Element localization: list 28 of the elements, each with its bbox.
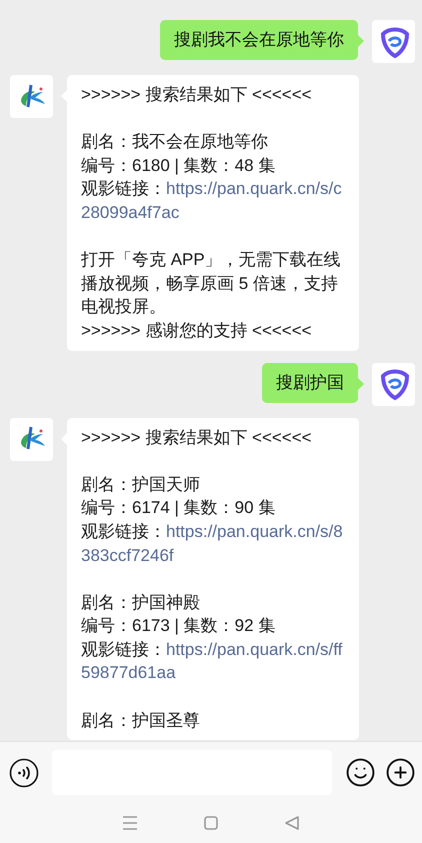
menu-button[interactable] — [121, 814, 140, 832]
message-text: 编号：6180 | 集数：48 集 — [81, 154, 276, 177]
message-text: 剧名：护国圣尊 — [81, 710, 201, 732]
square-icon — [202, 814, 220, 832]
message-text: 剧名：护国天师 — [81, 474, 201, 496]
message-bubble: 搜剧我不会在原地等你 — [160, 20, 358, 60]
message-text: >>>>>> 感谢您的支持 <<<<<< — [81, 320, 313, 342]
message-bubble: 搜剧护国 — [262, 362, 358, 403]
back-button[interactable] — [282, 814, 301, 832]
message-text: >>>>>> 搜索结果如下 <<<<<< — [81, 426, 313, 449]
message-text: 剧名：护国神殿 — [81, 592, 201, 614]
emoji-button[interactable] — [344, 756, 376, 788]
message-text: 观影链接：https://pan.quark.cn/s/8383ccf7246f — [81, 520, 344, 566]
message-text: >>>>>> 搜索结果如下 <<<<<< — [81, 84, 313, 106]
plus-icon — [384, 757, 416, 788]
message-text: 编号：6174 | 集数：90 集 — [81, 497, 276, 520]
home-button[interactable] — [202, 814, 220, 832]
message-text: 剧名：我不会在原地等你 — [81, 131, 269, 154]
back-icon — [282, 814, 301, 832]
voice-icon — [9, 758, 39, 788]
smiley-icon — [344, 757, 376, 788]
message-text: 打开「夸克 APP」，无需下载在线播放视频，畅享原画 5 倍速，支持电视投屏。 — [81, 249, 342, 318]
message-text: 观影链接：https://pan.quark.cn/s/ff59877d61aa — [81, 638, 344, 684]
add-button[interactable] — [384, 756, 416, 788]
message-text: 编号：6173 | 集数：92 集 — [81, 615, 276, 638]
voice-button[interactable] — [8, 756, 40, 788]
menu-icon — [121, 814, 140, 832]
message-text: 观影链接：https://pan.quark.cn/s/c28099a4f7ac — [81, 178, 343, 224]
